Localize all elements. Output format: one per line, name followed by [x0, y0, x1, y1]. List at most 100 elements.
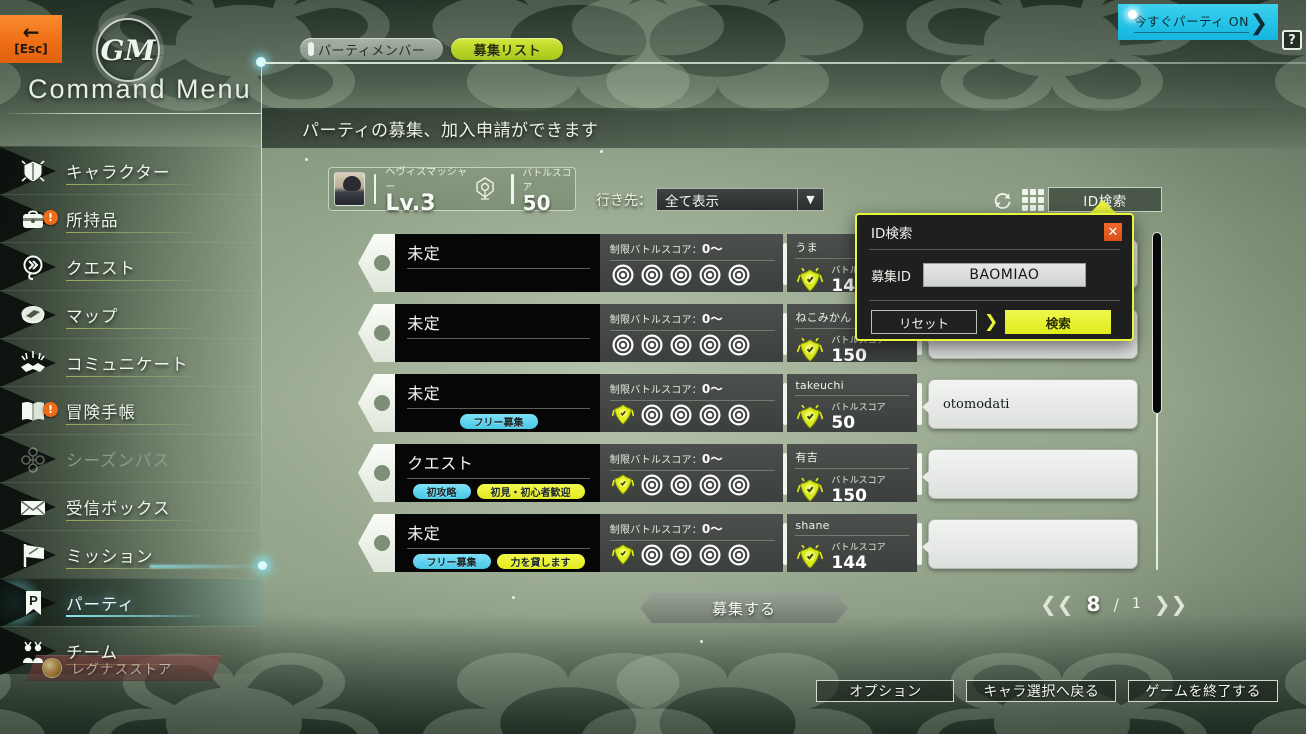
sidebar-item-rule	[66, 232, 204, 233]
logo-text: GM	[100, 33, 156, 67]
row-title: 未定	[407, 244, 441, 263]
row-requirements: 制限バトルスコア：0〜	[599, 514, 783, 572]
sidebar-item-10[interactable]: P パーティ	[0, 578, 262, 627]
sidebar-item-3[interactable]: クエスト	[0, 242, 262, 291]
sidebar-item-9[interactable]: ミッション	[0, 530, 262, 579]
sidebar-item-2[interactable]: ! 所持品	[0, 194, 262, 243]
party-slot-3	[670, 474, 692, 496]
bottom-button-2[interactable]: キャラ選択へ戻る	[966, 680, 1117, 702]
party-slot-4	[699, 404, 721, 426]
page-current: 8	[1086, 592, 1101, 616]
row-tag-icon	[358, 444, 396, 502]
divider	[795, 468, 910, 469]
search-submit-button[interactable]: 検索	[1005, 310, 1112, 334]
svg-text:P: P	[29, 593, 38, 608]
row-badge-1: フリー募集	[459, 414, 538, 429]
divider	[609, 470, 775, 471]
row-title: 未定	[407, 524, 441, 543]
row-member: shane バトルスコア 144	[787, 514, 918, 572]
member-battle-score: バトルスコア144	[831, 540, 885, 572]
tag-hole	[374, 465, 390, 481]
grid-cell	[1038, 205, 1044, 211]
grid-cell	[1022, 205, 1028, 211]
sidebar-item-label: ミッション	[66, 546, 154, 566]
id-search-dialog: ID検索 ✕ 募集ID BAOMIAO リセット ❯ 検索	[855, 213, 1134, 341]
list-item[interactable]: クエスト 初攻略 初見・初心者歓迎 制限バトルスコア：0〜 有吉 バトルスコア 150	[358, 442, 1138, 506]
chevron-right-icon: ❯	[1249, 11, 1268, 36]
pagination: ❮❮ 8 / 1 ❯❯	[1040, 592, 1187, 616]
row-comment[interactable]	[921, 449, 1138, 499]
tag-hole	[374, 325, 390, 341]
party-slot-5	[728, 404, 750, 426]
row-comment[interactable]: otomodati	[921, 379, 1138, 429]
member-bs-value: 144	[831, 553, 867, 573]
member-bs-label: バトルスコア	[831, 403, 886, 413]
divider	[510, 174, 514, 204]
tab-bar: パーティメンバー 募集リスト	[300, 38, 564, 60]
chevron-down-icon[interactable]: ▼	[797, 189, 823, 210]
sidebar-item-label: コミュニケート	[66, 354, 189, 374]
book-icon: !	[0, 396, 66, 426]
member-class-emblem-icon	[795, 337, 825, 365]
member-class-emblem-icon	[795, 404, 825, 432]
party-slot-2	[641, 404, 663, 426]
list-item[interactable]: 未定 フリー募集 制限バトルスコア：0〜 takeuchi バトルスコア 50 otomod…	[358, 372, 1138, 434]
row-requirements: 制限バトルスコア：0〜	[599, 444, 783, 502]
recruit-id-value: BAOMIAO	[969, 267, 1040, 283]
scrollbar-thumb[interactable]	[1152, 232, 1162, 414]
tab-1[interactable]: パーティメンバー	[300, 38, 444, 60]
party-on-toggle[interactable]: 今すぐパーティ ON ❯	[1118, 4, 1278, 40]
grid-view-icon[interactable]	[1022, 189, 1044, 211]
list-item[interactable]: 未定 フリー募集 力を貸します 制限バトルスコア：0〜 shane バトルスコア 144	[358, 512, 1138, 574]
quest-chevron-icon	[0, 252, 66, 282]
party-slot-3	[670, 264, 692, 286]
bottom-button-label: キャラ選択へ戻る	[983, 684, 1100, 700]
sidebar-item-rule	[66, 184, 204, 185]
row-requirements: 制限バトルスコア：0〜	[599, 234, 783, 292]
help-button[interactable]: ?	[1282, 30, 1302, 50]
refresh-icon[interactable]	[990, 188, 1014, 212]
sidebar-item-label: パーティ	[66, 594, 136, 614]
destination-select[interactable]: 全て表示 ▼	[656, 188, 824, 211]
bottom-button-3[interactable]: ゲームを終了する	[1128, 680, 1278, 702]
divider	[609, 400, 775, 401]
member-name: 有吉	[795, 451, 818, 464]
tab-2[interactable]: 募集リスト	[451, 38, 564, 60]
party-slot-1	[612, 264, 634, 286]
recruit-id-label: 募集ID	[871, 269, 911, 285]
shield-swords-icon	[0, 156, 66, 186]
member-bs-value: 150	[831, 486, 867, 506]
member-body: バトルスコア 50	[795, 400, 917, 432]
chevron-left-icon[interactable]: ❮❮	[1040, 592, 1074, 616]
sidebar-item-1[interactable]: キャラクター	[0, 146, 262, 195]
row-badges: 初攻略 初見・初心者歓迎	[407, 484, 590, 499]
active-item-node	[258, 561, 267, 570]
row-member: takeuchi バトルスコア 50	[787, 374, 918, 432]
sidebar-item-6[interactable]: ! 冒険手帳	[0, 386, 262, 435]
party-slot-5	[728, 264, 750, 286]
sidebar-item-5[interactable]: コミュニケート	[0, 338, 262, 387]
divider	[609, 260, 775, 261]
row-comment-text: otomodati	[942, 396, 1010, 412]
recruit-id-input[interactable]: BAOMIAO	[922, 263, 1086, 287]
party-slot-4	[699, 334, 721, 356]
page-separator: /	[1113, 594, 1119, 614]
divider	[407, 268, 590, 269]
chevron-right-icon[interactable]: ❯❯	[1154, 592, 1188, 616]
escape-back-button[interactable]: ← [Esc]	[0, 15, 62, 63]
party-slot-1	[611, 474, 635, 496]
dialog-body: 募集ID BAOMIAO	[857, 250, 1132, 300]
sparkle	[700, 640, 703, 643]
destination-selected-value: 全て表示	[665, 193, 719, 210]
active-item-beam	[150, 565, 270, 568]
sidebar-item-8[interactable]: 受信ボックス	[0, 482, 262, 531]
row-title: 未定	[407, 384, 441, 403]
row-limit-text: 制限バトルスコア：0〜	[609, 522, 723, 536]
reset-button[interactable]: リセット	[871, 310, 977, 334]
recruit-button[interactable]: 募集する	[640, 593, 848, 623]
row-comment[interactable]	[921, 519, 1138, 569]
bottom-button-1[interactable]: オプション	[816, 680, 955, 702]
reset-label: リセット	[898, 315, 949, 331]
close-icon[interactable]: ✕	[1104, 223, 1122, 241]
sidebar-item-4[interactable]: マップ	[0, 290, 262, 339]
